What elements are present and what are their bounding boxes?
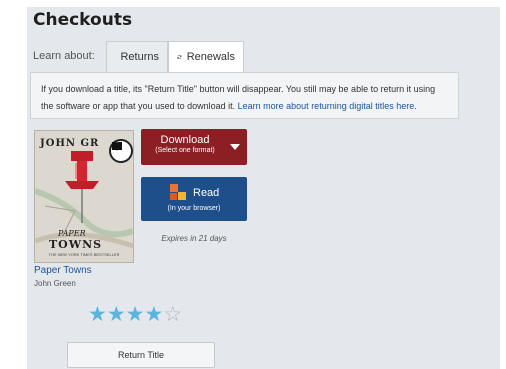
refresh-icon — [177, 55, 182, 59]
learn-more-link[interactable]: Learn more about returning digital title… — [238, 101, 417, 111]
expires-text: Expires in 21 days — [161, 234, 227, 243]
read-sublabel: (In your browser) — [167, 205, 221, 212]
download-button[interactable]: Download (Select one format) — [141, 129, 247, 165]
return-title-button[interactable]: Return Title — [67, 342, 215, 368]
star-filled-icon[interactable]: ★ — [126, 304, 145, 326]
tab-renewals[interactable]: Renewals — [168, 41, 244, 72]
cover-title-line2: TOWNS — [49, 238, 103, 251]
checkouts-panel: Checkouts Learn about: Returns Renewals … — [27, 7, 500, 369]
read-icon — [170, 184, 186, 200]
page-title: Checkouts — [33, 10, 133, 30]
star-filled-icon[interactable]: ★ — [107, 304, 126, 326]
cover-title-line1: PAPER — [58, 229, 86, 238]
book-title-link[interactable]: Paper Towns — [34, 265, 92, 276]
star-filled-icon[interactable]: ★ — [144, 304, 163, 326]
read-button[interactable]: Read (In your browser) — [141, 177, 247, 221]
cover-author: JOHN GR — [40, 138, 100, 149]
read-label: Read — [193, 187, 220, 199]
tab-returns[interactable]: Returns — [106, 41, 168, 72]
star-empty-icon[interactable]: ☆ — [163, 304, 182, 326]
download-label: Download — [160, 134, 210, 146]
star-rating[interactable]: ★ ★ ★ ★ ☆ — [88, 304, 182, 326]
chevron-down-icon — [230, 144, 240, 150]
download-sublabel: (Select one format) — [155, 147, 215, 154]
star-filled-icon[interactable]: ★ — [88, 304, 107, 326]
learn-about-row: Learn about: Returns Renewals — [27, 40, 500, 72]
book-cover[interactable]: JOHN GR PAPER TOWNS THE NEW YORK TIMES B… — [34, 130, 134, 263]
cover-tagline: THE NEW YORK TIMES BESTSELLER — [48, 252, 120, 257]
info-box: If you download a title, its "Return Tit… — [30, 72, 459, 119]
book-author: John Green — [34, 279, 76, 288]
book-icon — [109, 139, 133, 163]
learn-about-label: Learn about: — [33, 50, 95, 62]
tab-returns-label: Returns — [120, 51, 159, 63]
tab-renewals-label: Renewals — [186, 51, 235, 63]
